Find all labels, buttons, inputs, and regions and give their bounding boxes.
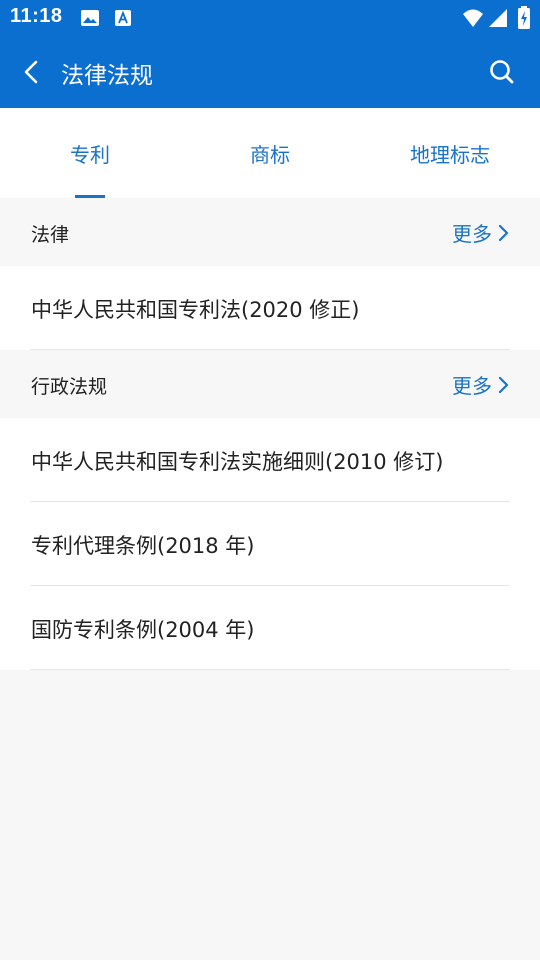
chevron-left-icon bbox=[24, 60, 38, 84]
status-time: 11:18 bbox=[10, 5, 63, 27]
tab-patent[interactable]: 专利 bbox=[0, 108, 180, 198]
list-item[interactable]: 中华人民共和国专利法(2020 修正) bbox=[0, 266, 540, 350]
list-administrative-regulations: 中华人民共和国专利法实施细则(2010 修订) 专利代理条例(2018 年) 国… bbox=[0, 418, 540, 670]
list-item-text: 中华人民共和国专利法(2020 修正) bbox=[31, 298, 360, 322]
tab-trademark[interactable]: 商标 bbox=[180, 108, 360, 198]
list-item-text: 中华人民共和国专利法实施细则(2010 修订) bbox=[31, 450, 444, 474]
a-font-icon bbox=[115, 10, 131, 26]
divider bbox=[30, 669, 510, 670]
screen: 11:18 法律法规 专利 商标 地理标志 法律 更多 中华人民共和国专利法(2… bbox=[0, 0, 540, 960]
list-item[interactable]: 中华人民共和国专利法实施细则(2010 修订) bbox=[0, 418, 540, 502]
search-icon bbox=[490, 60, 514, 84]
section-header-administrative-regulations: 行政法规 更多 bbox=[0, 350, 540, 418]
chevron-right-icon bbox=[498, 376, 509, 393]
list-item-text: 专利代理条例(2018 年) bbox=[31, 534, 255, 558]
tab-geographical-indication[interactable]: 地理标志 bbox=[360, 108, 540, 198]
list-law: 中华人民共和国专利法(2020 修正) bbox=[0, 266, 540, 350]
page-title: 法律法规 bbox=[61, 63, 153, 89]
signal-icon bbox=[489, 9, 507, 27]
app-bar: 法律法规 bbox=[0, 36, 540, 108]
tab-bar: 专利 商标 地理标志 bbox=[0, 108, 540, 198]
image-icon bbox=[81, 10, 99, 26]
more-label: 更多 bbox=[452, 222, 492, 246]
more-link-administrative-regulations[interactable]: 更多 bbox=[452, 370, 510, 399]
status-bar: 11:18 bbox=[0, 0, 540, 36]
section-title: 行政法规 bbox=[31, 376, 108, 398]
section-header-law: 法律 更多 bbox=[0, 198, 540, 266]
more-link-law[interactable]: 更多 bbox=[452, 218, 510, 247]
wifi-icon bbox=[463, 9, 483, 27]
battery-icon bbox=[518, 6, 530, 29]
more-label: 更多 bbox=[452, 374, 492, 398]
chevron-right-icon bbox=[498, 224, 509, 241]
section-title: 法律 bbox=[31, 224, 70, 246]
list-item[interactable]: 专利代理条例(2018 年) bbox=[0, 502, 540, 586]
list-item-text: 国防专利条例(2004 年) bbox=[31, 618, 255, 642]
list-item[interactable]: 国防专利条例(2004 年) bbox=[0, 586, 540, 670]
back-button[interactable] bbox=[14, 54, 50, 90]
search-button[interactable] bbox=[484, 54, 520, 90]
